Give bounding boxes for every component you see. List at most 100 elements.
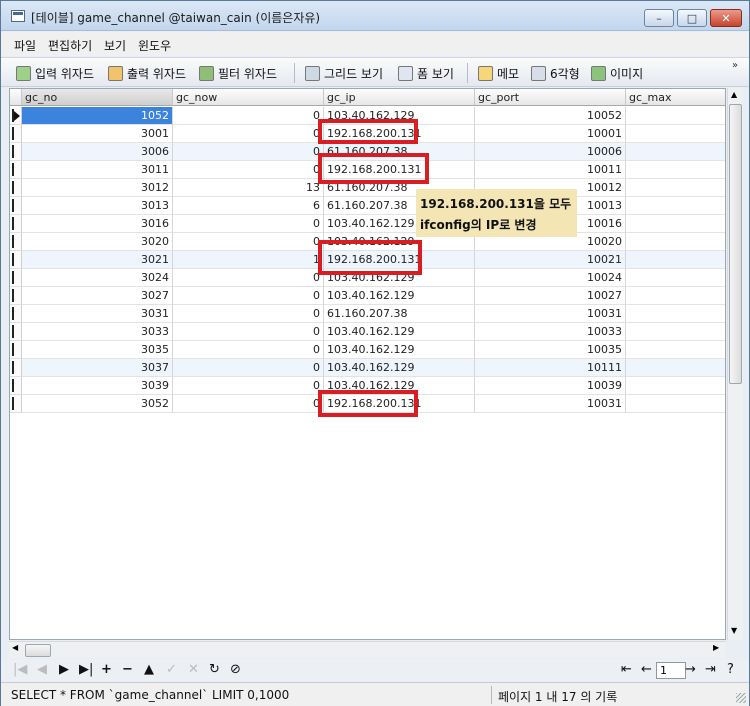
cell-gc-ip[interactable]: 103.40.162.129: [324, 287, 475, 305]
horizontal-scrollbar[interactable]: ◀ ▶: [9, 641, 726, 658]
cell-gc-now[interactable]: 13: [173, 179, 324, 197]
row-indicator[interactable]: [10, 215, 22, 233]
cell-gc-now[interactable]: 0: [173, 377, 324, 395]
row-indicator[interactable]: [10, 377, 22, 395]
column-header-gc-port[interactable]: gc_port: [475, 89, 626, 106]
table-row[interactable]: 3013 6 61.160.207.38 10013: [10, 197, 725, 215]
cell-gc-port[interactable]: 10031: [475, 305, 626, 323]
export-wizard-button[interactable]: 출력 위자드: [108, 64, 186, 82]
table-row[interactable]: 3027 0 103.40.162.129 10027: [10, 287, 725, 305]
cell-gc-max[interactable]: [626, 179, 725, 197]
cell-gc-now[interactable]: 0: [173, 215, 324, 233]
cell-gc-no[interactable]: 3016: [22, 215, 173, 233]
column-header-gc-ip[interactable]: gc_ip: [324, 89, 475, 106]
cell-gc-now[interactable]: 0: [173, 341, 324, 359]
row-indicator[interactable]: [10, 305, 22, 323]
cell-gc-ip[interactable]: 103.40.162.129: [324, 359, 475, 377]
menu-file[interactable]: 파일: [14, 37, 36, 54]
cell-gc-port[interactable]: 10021: [475, 251, 626, 269]
cell-gc-port[interactable]: 10001: [475, 125, 626, 143]
cell-gc-no[interactable]: 3035: [22, 341, 173, 359]
cell-gc-port[interactable]: 10006: [475, 143, 626, 161]
current-row-indicator-icon[interactable]: [10, 107, 22, 125]
cell-gc-max[interactable]: [626, 341, 725, 359]
nav-insert-icon[interactable]: +: [101, 662, 112, 677]
cell-gc-max[interactable]: [626, 359, 725, 377]
cell-gc-now[interactable]: 0: [173, 395, 324, 413]
cell-gc-now[interactable]: 0: [173, 305, 324, 323]
cell-gc-max[interactable]: [626, 377, 725, 395]
row-indicator[interactable]: [10, 341, 22, 359]
row-indicator[interactable]: [10, 269, 22, 287]
cell-gc-port[interactable]: 10039: [475, 377, 626, 395]
cell-gc-port[interactable]: 10111: [475, 359, 626, 377]
cell-gc-now[interactable]: 0: [173, 143, 324, 161]
cell-gc-max[interactable]: [626, 287, 725, 305]
row-indicator[interactable]: [10, 233, 22, 251]
cell-gc-max[interactable]: [626, 161, 725, 179]
cell-gc-ip[interactable]: 103.40.162.129: [324, 323, 475, 341]
row-indicator[interactable]: [10, 197, 22, 215]
vertical-scrollbar[interactable]: ▲ ▼: [727, 88, 743, 640]
cell-gc-max[interactable]: [626, 251, 725, 269]
nav-cancel-icon[interactable]: ✕: [188, 662, 199, 677]
nav-delete-icon[interactable]: −: [122, 662, 133, 677]
row-indicator[interactable]: [10, 251, 22, 269]
column-header-gc-now[interactable]: gc_now: [173, 89, 324, 106]
cell-gc-ip[interactable]: 103.40.162.129: [324, 341, 475, 359]
cell-gc-max[interactable]: [626, 323, 725, 341]
nav-last-record-icon[interactable]: ▶|: [79, 662, 93, 677]
cell-gc-max[interactable]: [626, 215, 725, 233]
row-indicator[interactable]: [10, 179, 22, 197]
cell-gc-now[interactable]: 0: [173, 125, 324, 143]
memo-button[interactable]: 메모: [478, 64, 519, 82]
menu-edit[interactable]: 편집하기: [48, 37, 92, 54]
cell-gc-no[interactable]: 3021: [22, 251, 173, 269]
nav-refresh-icon[interactable]: ↻: [209, 662, 220, 677]
cell-gc-max[interactable]: [626, 143, 725, 161]
page-prev-icon[interactable]: ←: [641, 662, 652, 677]
vertical-scroll-thumb[interactable]: [729, 104, 742, 384]
cell-gc-no[interactable]: 3012: [22, 179, 173, 197]
cell-gc-port[interactable]: 10035: [475, 341, 626, 359]
cell-gc-port[interactable]: 10033: [475, 323, 626, 341]
cell-gc-port[interactable]: 10024: [475, 269, 626, 287]
table-row[interactable]: 3031 0 61.160.207.38 10031: [10, 305, 725, 323]
cell-gc-now[interactable]: 0: [173, 287, 324, 305]
row-indicator[interactable]: [10, 359, 22, 377]
cell-gc-no[interactable]: 3052: [22, 395, 173, 413]
table-row[interactable]: 3033 0 103.40.162.129 10033: [10, 323, 725, 341]
close-button[interactable]: ✕: [710, 9, 742, 27]
scroll-left-icon[interactable]: ◀: [12, 643, 18, 652]
cell-gc-now[interactable]: 0: [173, 233, 324, 251]
horizontal-scroll-thumb[interactable]: [25, 644, 51, 657]
cell-gc-no[interactable]: 3031: [22, 305, 173, 323]
cell-gc-now[interactable]: 0: [173, 107, 324, 125]
nav-prior-record-icon[interactable]: ◀: [37, 662, 47, 677]
column-header-gc-max[interactable]: gc_max: [626, 89, 725, 106]
cell-gc-max[interactable]: [626, 197, 725, 215]
scroll-up-icon[interactable]: ▲: [731, 90, 737, 99]
cell-gc-now[interactable]: 1: [173, 251, 324, 269]
cell-gc-now[interactable]: 0: [173, 161, 324, 179]
nav-post-icon[interactable]: ✓: [166, 662, 177, 677]
nav-first-record-icon[interactable]: |◀: [13, 662, 27, 677]
cell-gc-port[interactable]: 10031: [475, 395, 626, 413]
page-number-input[interactable]: 1: [656, 662, 686, 679]
scroll-right-icon[interactable]: ▶: [713, 643, 719, 652]
nav-next-record-icon[interactable]: ▶: [59, 662, 69, 677]
scroll-down-icon[interactable]: ▼: [731, 626, 737, 635]
cell-gc-now[interactable]: 6: [173, 197, 324, 215]
cell-gc-no[interactable]: 3006: [22, 143, 173, 161]
cell-gc-no[interactable]: 3039: [22, 377, 173, 395]
row-indicator[interactable]: [10, 161, 22, 179]
cell-gc-port[interactable]: 10011: [475, 161, 626, 179]
column-header-gc-no[interactable]: gc_no: [22, 89, 173, 106]
table-row[interactable]: 3035 0 103.40.162.129 10035: [10, 341, 725, 359]
row-indicator[interactable]: [10, 125, 22, 143]
page-last-icon[interactable]: ⇥: [705, 662, 716, 677]
cell-gc-now[interactable]: 0: [173, 359, 324, 377]
title-bar[interactable]: [테이블] game_channel @taiwan_cain (이름은자유) …: [1, 1, 749, 31]
cell-gc-port[interactable]: 10027: [475, 287, 626, 305]
toolbar-overflow-icon[interactable]: »: [732, 60, 738, 71]
